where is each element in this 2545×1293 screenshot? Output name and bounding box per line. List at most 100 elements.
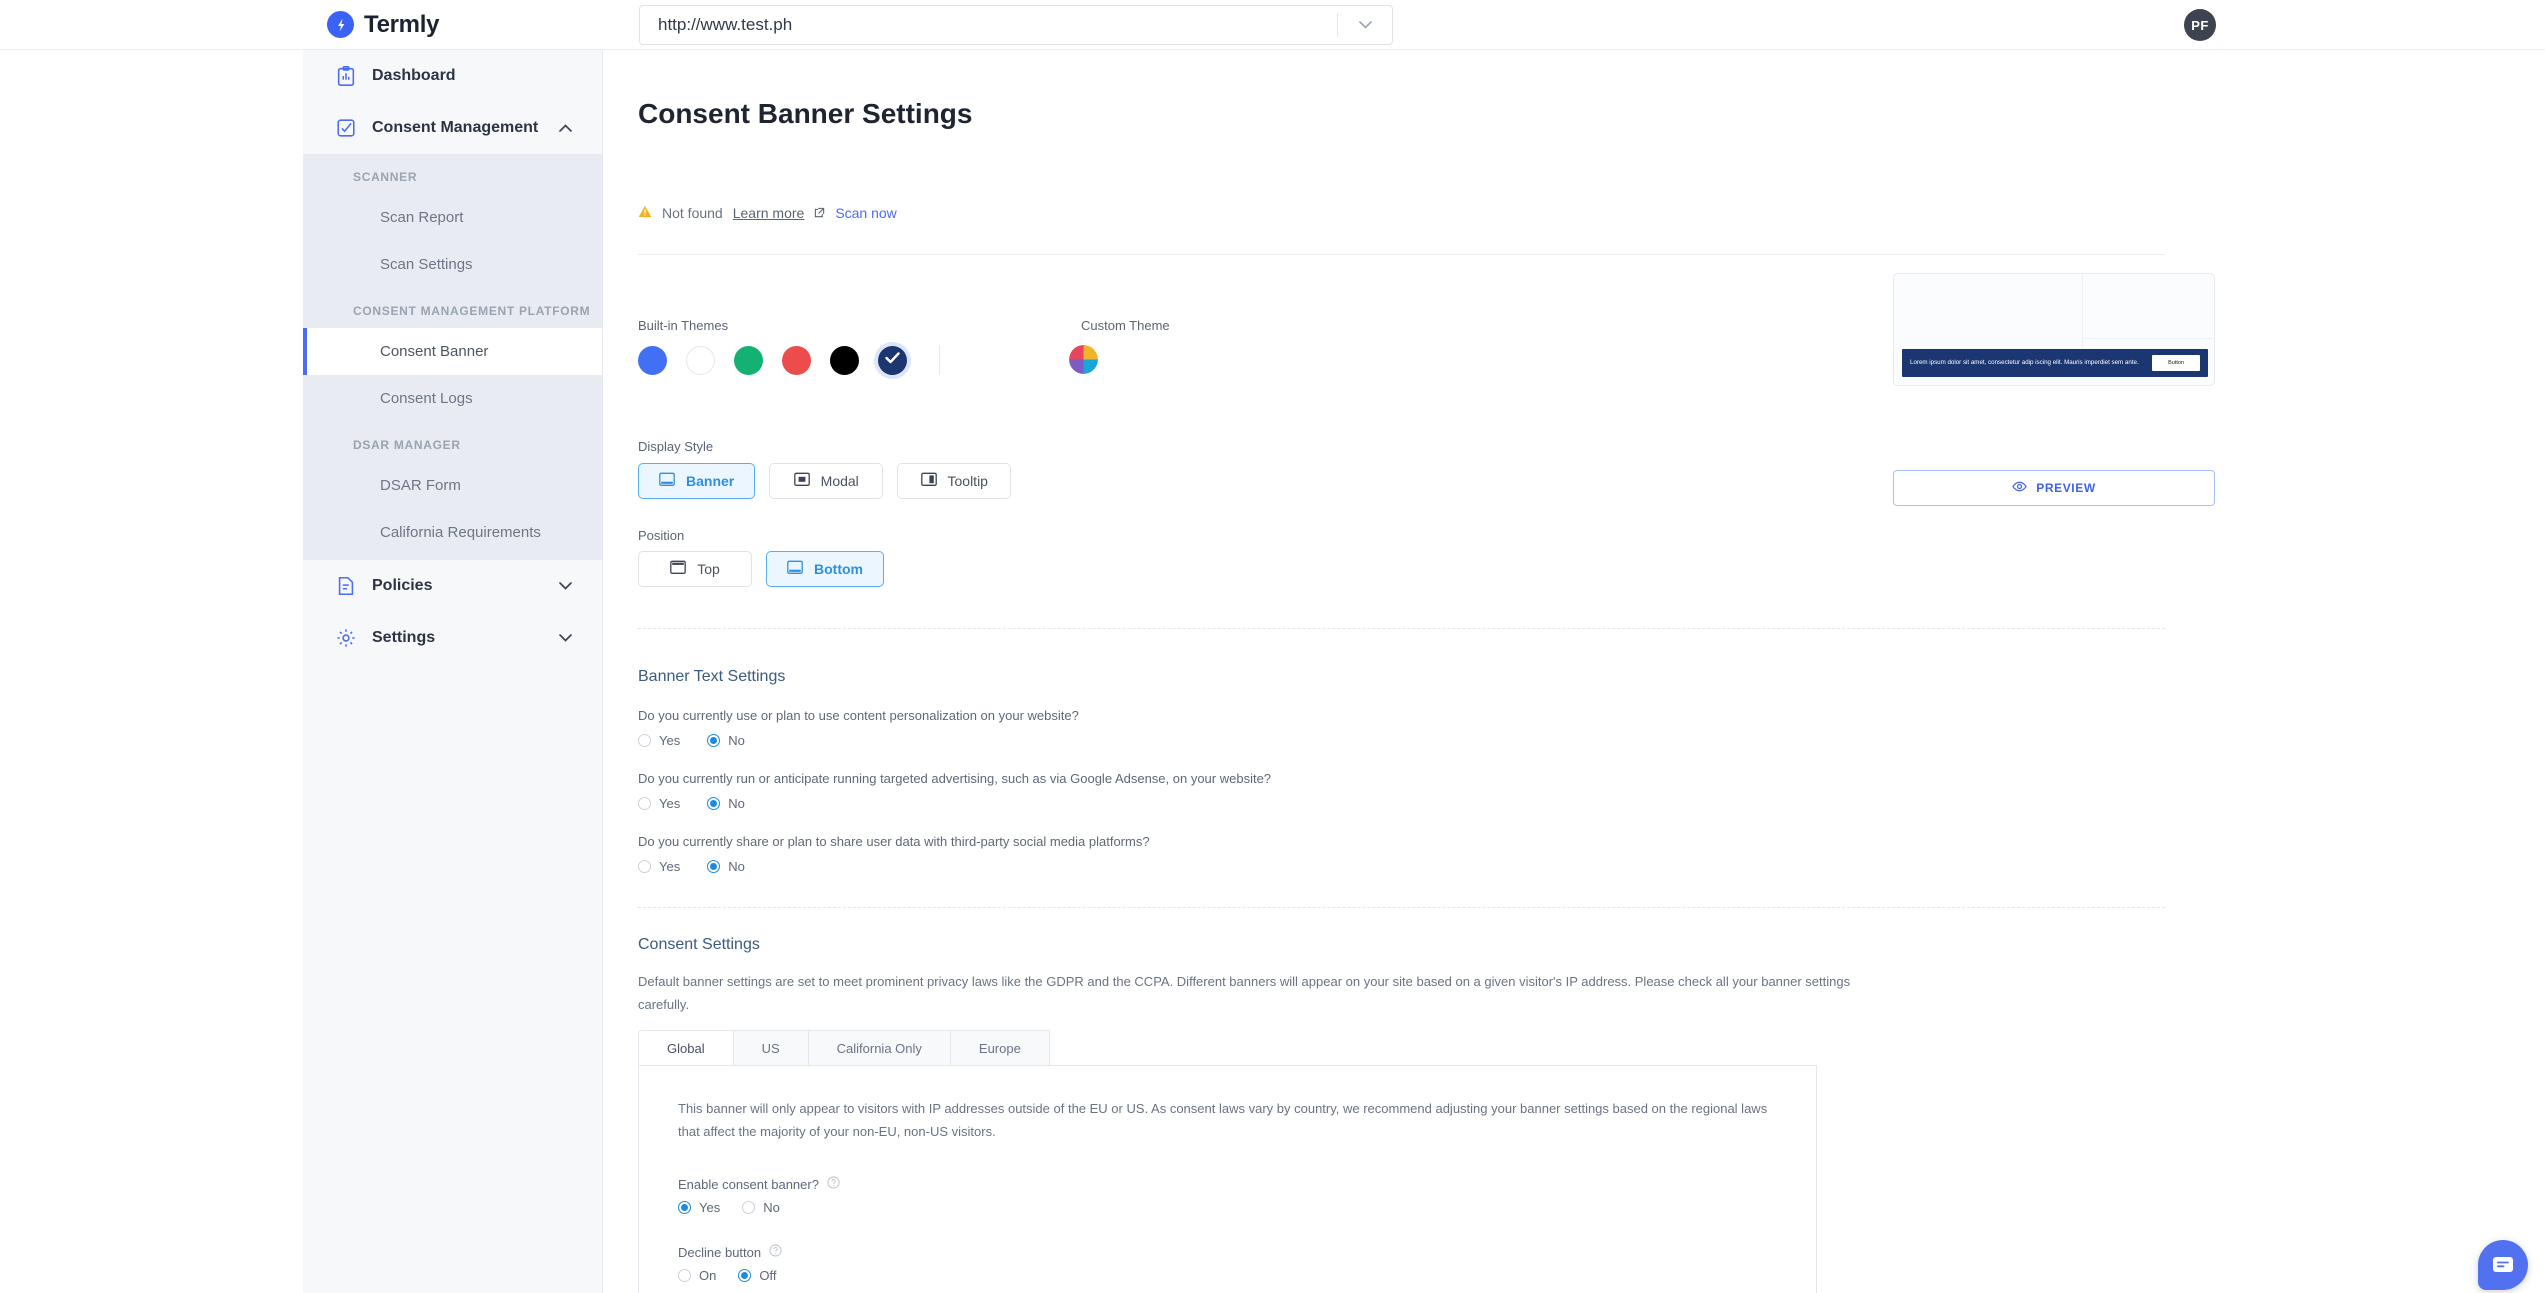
display-style-tooltip[interactable]: Tooltip (897, 463, 1012, 499)
url-selector[interactable]: http://www.test.ph (639, 5, 1393, 45)
chevron-down-icon[interactable] (559, 577, 572, 595)
radio-label: No (728, 859, 745, 874)
color-wheel-icon[interactable] (1069, 345, 1098, 374)
sidebar-item-dsar-form[interactable]: DSAR Form (303, 462, 602, 509)
radio-option-yes[interactable]: Yes (638, 859, 680, 874)
display-style-banner[interactable]: Banner (638, 463, 756, 499)
position-bottom[interactable]: Bottom (766, 551, 884, 587)
question-1-radios: Yes No (638, 796, 745, 811)
question-text: Do you currently use or plan to use cont… (638, 708, 1079, 723)
position-top-icon (670, 560, 687, 578)
banner-text-settings-heading: Banner Text Settings (638, 668, 786, 685)
section-divider (638, 628, 2165, 629)
radio-input[interactable] (742, 1201, 756, 1214)
chevron-down-icon[interactable] (559, 629, 572, 647)
radio-option-no[interactable]: No (742, 1200, 780, 1215)
theme-swatch-black[interactable] (830, 345, 859, 375)
external-link-icon[interactable] (814, 205, 825, 221)
radio-option-yes[interactable]: Yes (678, 1200, 720, 1215)
avatar[interactable]: PF (2184, 9, 2216, 41)
consent-settings-description: Default banner settings are set to meet … (638, 974, 1851, 1012)
radio-input[interactable] (638, 797, 651, 810)
banner-preview-card: Lorem ipsum dolor sit amet, consectetur … (1893, 273, 2215, 386)
theme-swatch-green[interactable] (734, 345, 763, 375)
chat-bubble-icon[interactable] (2478, 1240, 2528, 1290)
tab-europe[interactable]: Europe (950, 1030, 1050, 1066)
tab-global[interactable]: Global (638, 1030, 734, 1066)
radio-label: No (763, 1200, 780, 1215)
consent-settings-panel: This banner will only appear to visitors… (638, 1065, 1817, 1293)
gear-icon (335, 627, 357, 649)
nav-group-cmp: CONSENT MANAGEMENT PLATFORM (353, 304, 591, 318)
preview-consent-banner: Lorem ipsum dolor sit amet, consectetur … (1902, 349, 2208, 377)
tooltip-layout-icon (920, 472, 937, 490)
radio-option-on[interactable]: On (678, 1268, 716, 1283)
warning-triangle-icon (638, 205, 652, 221)
choice-label: Tooltip (947, 473, 988, 489)
option-label-decline-button: Decline button (678, 1244, 782, 1260)
nav-group-dsar: DSAR MANAGER (353, 438, 461, 452)
header-divider (638, 254, 2165, 255)
radio-label: Off (759, 1268, 777, 1283)
sidebar: Dashboard Consent Management SCANNER Sca… (303, 50, 603, 1293)
radio-input[interactable] (638, 860, 651, 873)
radio-option-no[interactable]: No (707, 733, 745, 748)
sidebar-item-settings[interactable]: Settings (303, 612, 602, 664)
custom-theme-label: Custom Theme (1081, 318, 1170, 333)
radio-input[interactable] (707, 734, 721, 747)
radio-input[interactable] (638, 734, 651, 747)
theme-swatch-red[interactable] (782, 345, 811, 375)
learn-more-link[interactable]: Learn more (733, 205, 805, 221)
consent-settings-heading: Consent Settings (638, 936, 760, 953)
help-circle-icon[interactable] (769, 1244, 782, 1260)
consent-settings-tabs: Global US California Only Europe (638, 1030, 1050, 1066)
radio-input[interactable] (678, 1269, 691, 1282)
choice-label: Bottom (814, 561, 863, 577)
chevron-down-icon[interactable] (1338, 21, 1392, 29)
preview-button[interactable]: PREVIEW (1893, 470, 2215, 506)
sidebar-item-consent-management[interactable]: Consent Management (303, 102, 602, 154)
sidebar-item-california-requirements[interactable]: California Requirements (303, 509, 602, 556)
theme-swatch-blue[interactable] (638, 345, 667, 375)
radio-option-no[interactable]: No (707, 796, 745, 811)
url-value: http://www.test.ph (658, 15, 793, 34)
position-options: Top Bottom (638, 551, 884, 587)
theme-swatch-white[interactable] (686, 345, 715, 375)
sidebar-item-consent-logs[interactable]: Consent Logs (303, 375, 602, 422)
radio-option-no[interactable]: No (707, 859, 745, 874)
sidebar-item-policies[interactable]: Policies (303, 560, 602, 612)
sidebar-item-scan-settings[interactable]: Scan Settings (303, 241, 602, 288)
theme-swatch-navy-selected[interactable] (878, 345, 907, 375)
radio-label: Yes (659, 859, 681, 874)
sidebar-item-scan-report[interactable]: Scan Report (303, 194, 602, 241)
scan-now-link[interactable]: Scan now (835, 205, 896, 221)
swatch-divider (939, 345, 940, 375)
builtin-theme-swatches (638, 345, 953, 375)
help-circle-icon[interactable] (827, 1176, 840, 1192)
choice-label: Top (697, 561, 720, 577)
position-top[interactable]: Top (638, 551, 752, 587)
radio-option-yes[interactable]: Yes (638, 733, 680, 748)
radio-option-off[interactable]: Off (738, 1268, 776, 1283)
sidebar-item-dashboard[interactable]: Dashboard (303, 50, 602, 102)
tab-us[interactable]: US (733, 1030, 809, 1066)
display-style-modal[interactable]: Modal (769, 463, 884, 499)
label-text: Decline button (678, 1244, 762, 1260)
choice-label: Banner (686, 473, 735, 489)
radio-input[interactable] (738, 1269, 752, 1282)
termly-bolt-logo-icon (327, 11, 354, 38)
position-bottom-icon (787, 560, 803, 578)
chevron-up-icon[interactable] (559, 119, 572, 137)
radio-input[interactable] (707, 860, 721, 873)
sidebar-item-label: Settings (372, 629, 436, 646)
sidebar-item-label: Consent Management (372, 119, 539, 136)
scan-status-row: Not found Learn more Scan now (638, 205, 897, 221)
brand[interactable]: Termly (327, 11, 439, 39)
radio-input[interactable] (678, 1201, 691, 1214)
sidebar-item-label: Policies (372, 577, 433, 594)
sidebar-item-consent-banner[interactable]: Consent Banner (303, 328, 602, 375)
radio-input[interactable] (707, 797, 721, 810)
brand-name: Termly (364, 10, 440, 38)
radio-option-yes[interactable]: Yes (638, 796, 680, 811)
tab-california-only[interactable]: California Only (808, 1030, 951, 1066)
